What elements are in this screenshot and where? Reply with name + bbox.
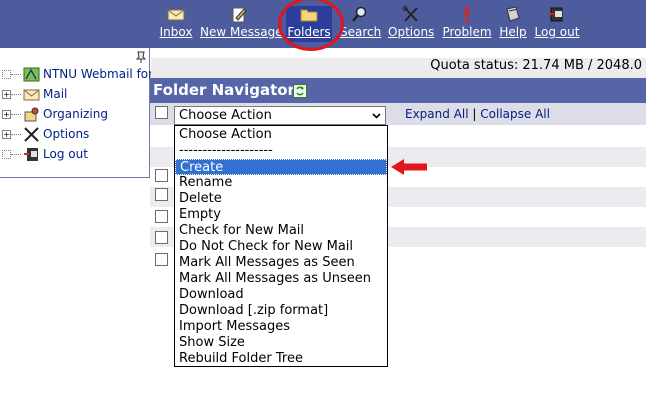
envelope-icon xyxy=(23,89,40,101)
option-separator[interactable]: -------------------- xyxy=(175,143,387,159)
collapse-all-link[interactable]: Collapse All xyxy=(480,107,550,121)
option-download[interactable]: Download xyxy=(175,287,387,303)
option-check-new-mail[interactable]: Check for New Mail xyxy=(175,223,387,239)
annotation-arrow xyxy=(391,159,427,175)
tree-item-webmail[interactable]: NTNU Webmail for xyxy=(2,66,154,84)
tree-item-label: Log out xyxy=(43,147,88,161)
toolbar-search[interactable]: Search xyxy=(340,6,382,42)
chevron-down-icon xyxy=(369,108,384,123)
tree-item-mail[interactable]: + Mail xyxy=(2,86,142,104)
folder-navigator-header: Folder Navigator xyxy=(150,78,646,103)
expand-toggle[interactable]: + xyxy=(2,110,11,119)
expand-all-link[interactable]: Expand All xyxy=(405,107,469,121)
tree-connector xyxy=(11,74,21,75)
folder-tree: NTNU Webmail for + Mail + Organizing + O… xyxy=(0,48,154,178)
expand-toggle[interactable]: + xyxy=(2,90,11,99)
toolbar-inbox[interactable]: Inbox xyxy=(158,6,194,42)
toolbar-log-out-label: Log out xyxy=(534,25,580,39)
toolbar-log-out[interactable]: Log out xyxy=(534,6,580,42)
tree-item-log-out[interactable]: Log out xyxy=(2,146,142,164)
row-checkbox[interactable] xyxy=(155,253,168,266)
option-create[interactable]: Create xyxy=(175,159,387,175)
annotation-circle xyxy=(278,0,344,51)
tree-item-options[interactable]: + Options xyxy=(2,126,142,144)
toolbar-options[interactable]: Options xyxy=(388,6,434,42)
option-download-zip[interactable]: Download [.zip format] xyxy=(175,303,387,319)
tools-icon xyxy=(402,6,418,22)
toolbar-problem[interactable]: Problem xyxy=(442,6,492,42)
option-show-size[interactable]: Show Size xyxy=(175,335,387,351)
action-select-value: Choose Action xyxy=(179,108,272,123)
page-title: Folder Navigator xyxy=(153,81,295,99)
action-dropdown-list: Choose Action -------------------- Creat… xyxy=(174,125,388,367)
row-checkbox[interactable] xyxy=(155,231,168,244)
envelope-icon xyxy=(167,9,185,21)
row-checkbox[interactable] xyxy=(155,188,168,201)
book-icon xyxy=(506,6,520,22)
tree-item-label: Mail xyxy=(43,87,68,101)
magnifier-icon xyxy=(352,6,367,22)
option-empty[interactable]: Empty xyxy=(175,207,387,223)
action-select[interactable]: Choose Action xyxy=(174,106,386,125)
toolbar-new-message[interactable]: New Message xyxy=(200,6,283,42)
pin-icon[interactable] xyxy=(134,50,148,64)
top-toolbar: Inbox New Message Folders Search Options xyxy=(0,0,646,51)
tools-icon xyxy=(24,127,39,142)
link-separator: | xyxy=(472,107,477,121)
select-all-checkbox[interactable] xyxy=(155,106,168,119)
logout-icon xyxy=(24,148,38,161)
option-choose-action[interactable]: Choose Action xyxy=(175,127,387,143)
row-checkbox[interactable] xyxy=(155,169,168,182)
tree-connector xyxy=(11,94,21,95)
exclamation-icon xyxy=(465,7,469,23)
row-checkbox[interactable] xyxy=(155,210,168,223)
toolbar-new-message-label: New Message xyxy=(200,25,283,39)
tree-item-label: Organizing xyxy=(43,107,108,121)
tree-connector xyxy=(11,114,21,115)
tree-connector xyxy=(11,134,21,135)
toolbar-help-label: Help xyxy=(499,25,527,39)
webmail-icon xyxy=(23,67,40,82)
expand-collapse-links: Expand All | Collapse All xyxy=(405,107,550,121)
tree-leaf-marker xyxy=(2,150,11,159)
option-mark-all-unseen[interactable]: Mark All Messages as Unseen xyxy=(175,271,387,287)
expand-toggle[interactable]: + xyxy=(2,130,11,139)
action-bar: Choose Action Expand All | Collapse All xyxy=(150,103,646,125)
tree-item-label: NTNU Webmail for xyxy=(43,67,154,81)
option-do-not-check-new-mail[interactable]: Do Not Check for New Mail xyxy=(175,239,387,255)
tree-leaf-marker xyxy=(2,70,11,79)
toolbar-problem-label: Problem xyxy=(442,25,492,39)
organizing-icon xyxy=(24,107,39,122)
toolbar-inbox-label: Inbox xyxy=(159,25,193,39)
option-mark-all-seen[interactable]: Mark All Messages as Seen xyxy=(175,255,387,271)
option-rename[interactable]: Rename xyxy=(175,175,387,191)
toolbar-help[interactable]: Help xyxy=(498,6,528,42)
tree-item-label: Options xyxy=(43,127,90,141)
logout-icon xyxy=(549,7,563,22)
compose-icon xyxy=(232,7,247,23)
toolbar-search-label: Search xyxy=(340,25,382,39)
toolbar-options-label: Options xyxy=(388,25,435,39)
option-delete[interactable]: Delete xyxy=(175,191,387,207)
tree-connector xyxy=(11,154,21,155)
refresh-icon[interactable] xyxy=(293,84,307,98)
tree-item-organizing[interactable]: + Organizing xyxy=(2,106,142,124)
quota-status: Quota status: 21.74 MB / 2048.0 xyxy=(151,58,646,78)
option-import-messages[interactable]: Import Messages xyxy=(175,319,387,335)
option-rebuild-folder-tree[interactable]: Rebuild Folder Tree xyxy=(175,351,387,367)
